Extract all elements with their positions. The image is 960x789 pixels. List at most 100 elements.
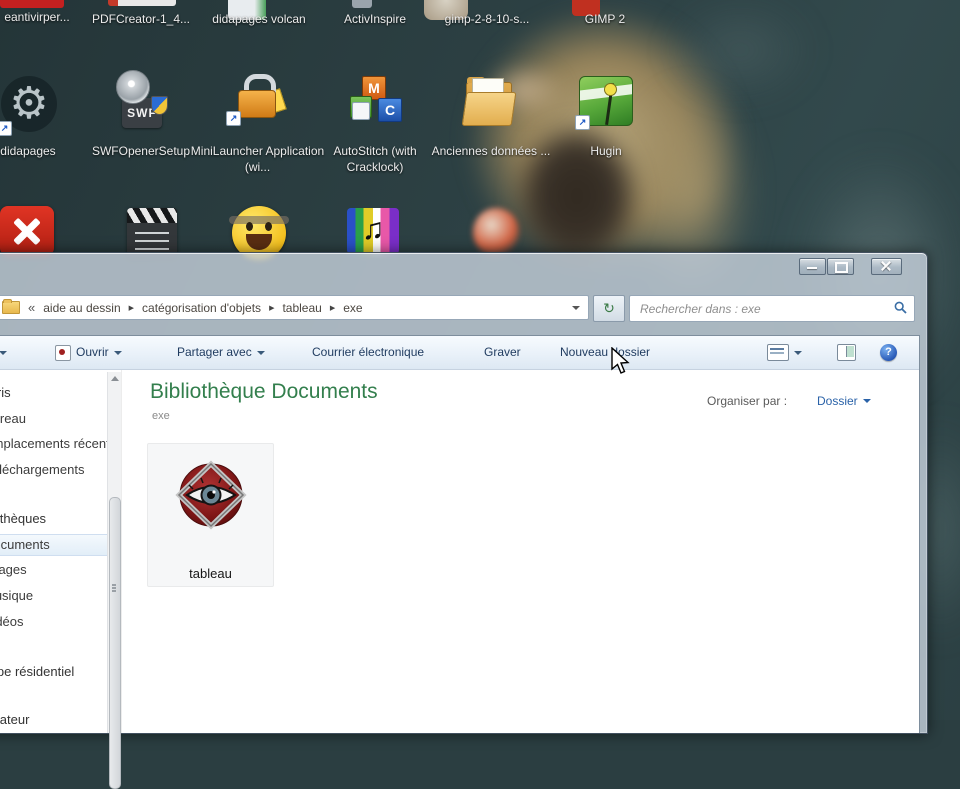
graver-button[interactable]: Graver — [484, 336, 521, 369]
address-bar[interactable]: « aide au dessin ▶ catégorisation d'obje… — [0, 295, 589, 320]
maximize-button[interactable] — [827, 258, 854, 275]
antivir-icon[interactable] — [0, 0, 64, 8]
ouvrir-button[interactable]: Ouvrir — [55, 336, 122, 369]
chevron-down-icon — [794, 350, 802, 355]
folder-front-icon — [461, 92, 517, 126]
mouse-cursor — [611, 347, 630, 374]
explorer-window: « aide au dessin ▶ catégorisation d'obje… — [0, 252, 928, 789]
block-c-icon: C — [378, 98, 402, 122]
breadcrumb-separator-icon[interactable]: ▶ — [263, 304, 280, 312]
uac-shield-icon — [151, 96, 168, 115]
desktop-icon-label: ActivInspire — [343, 12, 407, 26]
command-bar: Ouvrir Partager avec Courrier électroniq… — [0, 336, 919, 370]
close-button[interactable] — [871, 258, 902, 275]
autostitch-icon[interactable]: M C — [348, 76, 404, 128]
nouveau-dossier-label: Nouveau dossier — [560, 345, 651, 359]
sidebar-item-groupe-residentiel[interactable]: Groupe résidentiel — [0, 664, 74, 679]
desktop-icon-label: eantivirper... — [4, 10, 70, 24]
shortcut-arrow-icon: ↗ — [575, 115, 590, 130]
sidebar-scrollbar[interactable] — [107, 372, 121, 789]
desktop-icon-hugin[interactable]: Hugin — [546, 144, 666, 160]
refresh-button[interactable]: ↻ — [593, 295, 625, 322]
desktop-icon-label: AutoStitch (with Cracklock) — [333, 144, 417, 174]
breadcrumb-separator-icon[interactable]: ▶ — [123, 304, 140, 312]
courrier-electronique-button[interactable]: Courrier électronique — [312, 336, 424, 369]
scroll-up-icon[interactable] — [111, 376, 119, 381]
help-button[interactable]: ? — [880, 336, 897, 369]
minimize-icon — [807, 267, 817, 269]
sidebar-item-musique[interactable]: Musique — [0, 588, 33, 603]
desktop-icon-pdfcreator[interactable]: PDFCreator-1_4... — [76, 12, 206, 28]
sidebar-item-bureau[interactable]: Bureau — [0, 411, 26, 426]
xmind-icon[interactable] — [0, 206, 54, 256]
sidebar-item-bibliotheques[interactable]: Bibliothèques — [0, 511, 46, 526]
shortcut-arrow-icon — [352, 102, 370, 120]
desktop-icon-swfopener[interactable]: SWFOpenerSetup — [81, 144, 201, 160]
address-dropdown-icon[interactable] — [572, 305, 580, 310]
search-input[interactable] — [638, 297, 890, 320]
breadcrumb-item[interactable]: aide au dessin — [41, 301, 122, 315]
courrier-label: Courrier électronique — [312, 345, 425, 359]
library-title: Bibliothèque Documents — [150, 380, 378, 403]
organize-by-value: Dossier — [817, 394, 858, 408]
breadcrumb-item[interactable]: tableau — [280, 301, 323, 315]
file-label: tableau — [189, 566, 232, 581]
views-icon — [767, 344, 789, 361]
partager-avec-button[interactable]: Partager avec — [177, 336, 265, 369]
window-client-area: Ouvrir Partager avec Courrier électroniq… — [0, 335, 920, 789]
sidebar-item-favoris[interactable]: Favoris — [0, 385, 11, 400]
chevron-down-icon — [113, 350, 122, 355]
file-item-tableau[interactable]: tableau — [147, 443, 274, 587]
minimize-button[interactable] — [799, 258, 826, 275]
preview-pane-icon — [837, 344, 856, 361]
tableau-eye-icon — [174, 460, 247, 530]
nouveau-dossier-button[interactable]: Nouveau dossier — [560, 336, 650, 369]
desktop-icon-activinspire[interactable]: ActivInspire — [310, 12, 440, 28]
desktop-icon-anciennes[interactable]: Anciennes données ... — [431, 144, 551, 160]
desktop-icon-didapages[interactable]: didapages — [0, 144, 88, 160]
library-subtitle: exe — [152, 410, 170, 422]
anciennes-folder-icon[interactable] — [461, 76, 518, 128]
breadcrumb-overflow-chevron[interactable]: « — [20, 300, 41, 315]
minilauncher-padlock-icon[interactable]: ↗ — [226, 74, 287, 130]
search-icon[interactable] — [894, 301, 907, 314]
preview-pane-button[interactable] — [837, 336, 856, 369]
desktop-icon-label: Hugin — [590, 144, 622, 158]
didapages-gear-icon[interactable]: ⚙ ↗ — [0, 76, 57, 136]
search-box[interactable] — [629, 295, 915, 322]
ouvrir-label: Ouvrir — [76, 345, 109, 359]
chevron-down-icon — [256, 350, 265, 355]
music-app-icon[interactable]: ♫ — [347, 208, 399, 254]
activinspire-icon[interactable] — [352, 0, 372, 8]
maximize-icon — [835, 262, 848, 273]
desktop-icon-gimp-installer[interactable]: gimp-2-8-10-s... — [422, 12, 552, 28]
folder-icon — [2, 299, 20, 314]
desktop-icon-autostitch[interactable]: AutoStitch (with Cracklock) — [312, 144, 438, 175]
padlock-body-icon — [238, 90, 276, 118]
organize-by-dropdown[interactable]: Dossier — [817, 394, 871, 408]
desktop-icon-gimp2[interactable]: GIMP 2 — [540, 12, 670, 28]
swfopener-icon[interactable]: SWF — [114, 70, 170, 132]
hugin-icon[interactable]: ↗ — [575, 76, 633, 130]
breadcrumb-item[interactable]: catégorisation d'objets — [140, 301, 263, 315]
desktop-icon-minilauncher[interactable]: MiniLauncher Application (wi... — [190, 144, 325, 175]
sidebar-item-telechargements[interactable]: Téléchargements — [0, 462, 84, 477]
desktop-icon-didapages-volcan[interactable]: didapages volcan — [194, 12, 324, 28]
sidebar-item-videos[interactable]: Vidéos — [0, 614, 24, 629]
clapperboard-icon[interactable] — [127, 208, 177, 258]
desktop-icon-label: GIMP 2 — [584, 12, 626, 26]
organiser-dropdown[interactable] — [0, 336, 7, 369]
scrollbar-thumb[interactable] — [109, 497, 121, 789]
sidebar-item-emplacements-recents[interactable]: Emplacements récents — [0, 436, 116, 451]
app-icon-partial[interactable] — [473, 208, 519, 256]
gear-icon: ⚙ — [9, 79, 49, 128]
sidebar-item-images[interactable]: Images — [0, 562, 27, 577]
change-view-button[interactable] — [767, 336, 802, 369]
breadcrumb-separator-icon[interactable]: ▶ — [324, 304, 341, 312]
sidebar-item-documents[interactable]: Documents — [0, 537, 50, 552]
pdfcreator-icon[interactable] — [108, 0, 176, 6]
breadcrumb-item[interactable]: exe — [341, 301, 364, 315]
desktop-icon-label: didapages volcan — [212, 12, 306, 26]
desktop-icon-label: gimp-2-8-10-s... — [444, 12, 530, 26]
desktop-icon-label: didapages — [0, 144, 56, 158]
